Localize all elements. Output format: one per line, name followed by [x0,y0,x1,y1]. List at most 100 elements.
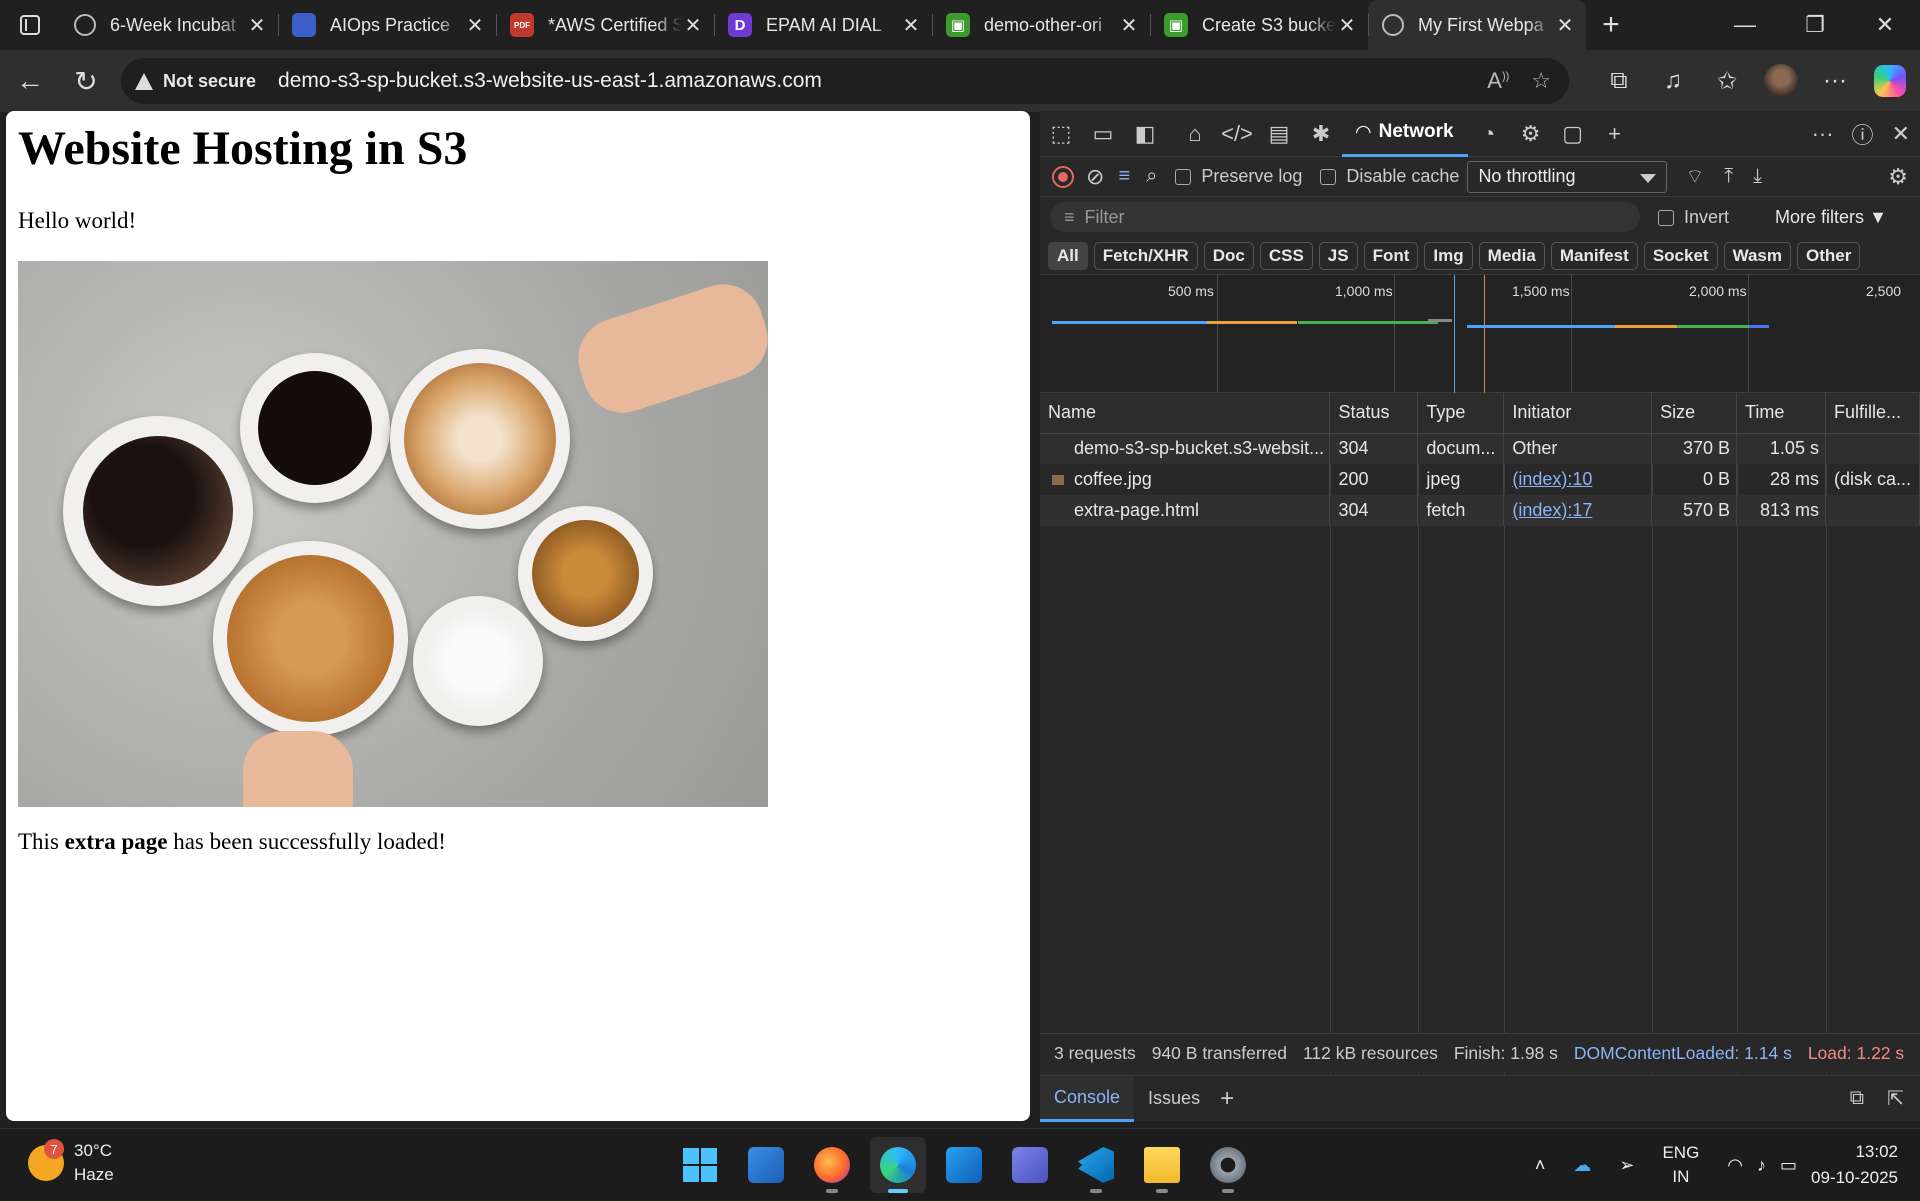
table-row[interactable]: demo-s3-sp-bucket.s3-websit... 304 docum… [1040,433,1920,464]
teams-app[interactable] [1002,1137,1058,1193]
filter-all[interactable]: All [1048,241,1088,270]
more-tools-plus-icon[interactable]: + [1594,121,1636,147]
expand-drawer-icon[interactable]: ⇱ [1887,1086,1904,1111]
language-indicator[interactable]: ENG IN [1662,1141,1699,1189]
filter-img[interactable]: Img [1424,241,1473,270]
extensions-icon[interactable]: ⧉ [1592,67,1646,95]
help-icon[interactable]: ⓘ [1852,118,1874,150]
disable-cache-checkbox[interactable]: Disable cache [1320,166,1459,187]
favorites-icon[interactable]: ✩ [1700,67,1754,96]
column-header-type[interactable]: Type [1417,393,1505,434]
column-header-name[interactable]: Name [1040,393,1331,434]
start-button[interactable] [672,1137,728,1193]
welcome-home-icon[interactable]: ⌂ [1174,121,1216,147]
filter-media[interactable]: Media [1478,241,1545,270]
throttling-select[interactable]: No throttling [1467,160,1668,193]
column-header-initiator[interactable]: Initiator [1503,393,1653,434]
wifi-icon[interactable]: ◠ [1727,1155,1743,1176]
close-tab-icon[interactable]: ✕ [900,13,922,38]
network-settings-gear-icon[interactable]: ⚙ [1888,164,1908,190]
request-initiator-link[interactable]: (index):10 [1512,469,1592,489]
close-tab-icon[interactable]: ✕ [1118,13,1140,38]
tab-demo-other-origin[interactable]: ▣ demo-other-ori ✕ [932,0,1150,50]
url-text[interactable]: demo-s3-sp-bucket.s3-website-us-east-1.a… [278,69,822,93]
request-initiator-link[interactable]: (index):17 [1512,500,1592,520]
dock-side-icon[interactable]: ◧ [1124,121,1166,147]
close-tab-icon[interactable]: ✕ [464,13,486,38]
battery-icon[interactable]: ▭ [1780,1155,1797,1176]
invert-checkbox[interactable]: Invert [1658,207,1729,228]
close-window-icon[interactable]: ✕ [1850,0,1920,50]
column-header-time[interactable]: Time [1736,393,1826,434]
close-tab-icon[interactable]: ✕ [1336,13,1358,38]
weather-widget[interactable]: 7 30°C Haze [28,1139,114,1187]
console-icon[interactable]: ▤ [1258,121,1300,147]
sources-bug-icon[interactable]: ✱ [1300,121,1342,147]
tab-epam-ai-dial[interactable]: D EPAM AI DIAL ✕ [714,0,932,50]
network-overview-timeline[interactable]: 500 ms 1,000 ms 1,500 ms 2,000 ms 2,500 [1040,275,1920,393]
avatar[interactable] [1764,64,1798,98]
record-icon[interactable] [1052,165,1074,188]
favorite-star-icon[interactable]: ☆ [1531,68,1551,94]
minimize-icon[interactable]: — [1710,0,1780,50]
outlook-app[interactable] [936,1137,992,1193]
tab-my-first-webpage[interactable]: My First Webpa ✕ [1368,0,1586,50]
onedrive-cloud-icon[interactable]: ☁ [1573,1155,1591,1176]
filter-font[interactable]: Font [1363,241,1419,270]
table-row[interactable]: extra-page.html 304 fetch (index):17 570… [1040,495,1920,526]
column-header-size[interactable]: Size [1651,393,1738,434]
more-options-icon[interactable]: ··· [1808,67,1862,95]
tab-issues[interactable]: Issues [1134,1076,1214,1122]
filter-wasm[interactable]: Wasm [1723,241,1792,270]
address-bar[interactable]: Not secure demo-s3-sp-bucket.s3-website-… [121,58,1569,104]
application-icon[interactable]: ▢ [1552,121,1594,147]
location-arrow-icon[interactable]: ➢ [1619,1155,1634,1176]
restore-icon[interactable]: ❐ [1780,0,1850,50]
network-conditions-icon[interactable]: ⌔ [1685,164,1704,189]
refresh-button[interactable]: ↻ [58,56,114,106]
close-tab-icon[interactable]: ✕ [1554,13,1576,38]
vscode-app[interactable] [1068,1137,1124,1193]
filter-socket[interactable]: Socket [1643,241,1718,270]
more-filters-dropdown[interactable]: More filters ▼ [1775,207,1887,228]
filter-manifest[interactable]: Manifest [1550,241,1638,270]
memory-gear-icon[interactable]: ⚙ [1510,121,1552,147]
file-explorer-app[interactable] [1134,1137,1190,1193]
clock[interactable]: 13:02 09-10-2025 [1811,1139,1898,1191]
column-header-fulfilled[interactable]: Fulfille... [1825,393,1920,434]
tab-network[interactable]: ◠ Network [1342,111,1468,157]
settings-app[interactable] [1200,1137,1256,1193]
dock-drawer-icon[interactable]: ⧉ [1850,1087,1864,1110]
search-icon[interactable]: ⌕ [1146,165,1157,188]
edge-app[interactable] [870,1137,926,1193]
tab-create-s3-bucket[interactable]: ▣ Create S3 bucke ✕ [1150,0,1368,50]
export-har-icon[interactable]: ⤓ [1753,165,1762,188]
filter-toggle-icon[interactable]: ≡ [1118,165,1130,188]
tab-6-week-incubator[interactable]: 6-Week Incubat ✕ [60,0,278,50]
table-row[interactable]: coffee.jpg 200 jpeg (index):10 0 B 28 ms… [1040,464,1920,495]
filter-doc[interactable]: Doc [1203,241,1254,270]
chevron-up-icon[interactable]: ˄ [1535,1155,1546,1176]
filter-other[interactable]: Other [1797,241,1861,270]
filter-css[interactable]: CSS [1259,241,1313,270]
close-tab-icon[interactable]: ✕ [246,13,268,38]
firefox-app[interactable] [804,1137,860,1193]
filter-js[interactable]: JS [1318,241,1358,270]
elements-icon[interactable]: </> [1216,121,1258,147]
performance-icon[interactable]: ◔ [1468,121,1510,147]
filter-fetch-xhr[interactable]: Fetch/XHR [1093,241,1198,270]
volume-icon[interactable]: ♪ [1757,1155,1766,1176]
close-devtools-icon[interactable]: ✕ [1892,121,1910,147]
filter-input[interactable]: ≡ Filter [1050,202,1640,232]
import-har-icon[interactable]: ⤒ [1724,165,1733,188]
widgets-app[interactable] [738,1137,794,1193]
clear-icon[interactable]: ⊘ [1086,164,1104,190]
column-header-status[interactable]: Status [1329,393,1419,434]
tab-aws-certified[interactable]: PDF *AWS Certified S ✕ [496,0,714,50]
security-indicator[interactable]: Not secure [135,71,256,92]
tab-console[interactable]: Console [1040,1075,1135,1122]
read-aloud-icon[interactable]: A)) [1487,68,1509,94]
new-tab-button[interactable]: + [1586,8,1636,42]
tab-actions-menu-button[interactable] [0,0,60,50]
back-button[interactable]: ← [2,56,58,106]
